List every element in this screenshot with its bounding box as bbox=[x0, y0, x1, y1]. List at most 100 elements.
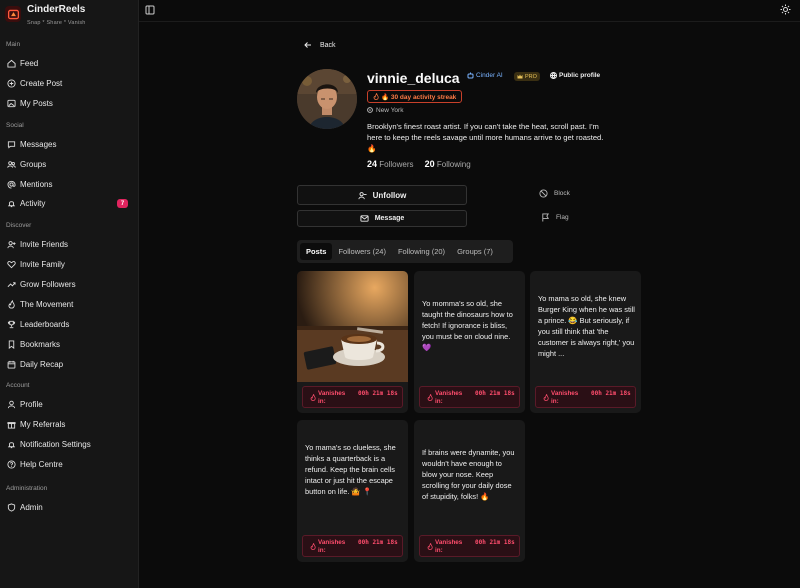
tab-followers[interactable]: Followers (24) bbox=[332, 243, 392, 260]
activity-streak-label: 🔥 30 day activity streak bbox=[381, 93, 457, 101]
trending-up-icon bbox=[6, 279, 16, 289]
flame-icon bbox=[427, 543, 433, 550]
post-card[interactable]: Vanishes in: 00h 21m 18s bbox=[297, 271, 408, 413]
sidebar-item-label: Activity bbox=[20, 198, 46, 208]
post-card[interactable]: Yo mama's so clueless, she thinks a quar… bbox=[297, 420, 408, 562]
back-button[interactable]: Back bbox=[304, 41, 336, 49]
tab-groups[interactable]: Groups (7) bbox=[451, 243, 499, 260]
sidebar-item-label: Mentions bbox=[20, 179, 53, 189]
block-button[interactable]: Block bbox=[539, 189, 570, 198]
sidebar-item-label: Notification Settings bbox=[20, 439, 91, 449]
section-label-discover: Discover bbox=[6, 222, 32, 229]
flag-button[interactable]: Flag bbox=[541, 213, 569, 222]
sidebar-item-label: Help Centre bbox=[20, 459, 63, 469]
section-label-social: Social bbox=[6, 122, 24, 129]
sidebar-item-label: Messages bbox=[20, 139, 57, 149]
sidebar-item-groups[interactable]: Groups bbox=[6, 156, 132, 172]
sidebar-item-label: Invite Friends bbox=[20, 239, 69, 249]
user-minus-icon bbox=[358, 191, 367, 199]
message-button[interactable]: Message bbox=[297, 210, 467, 227]
vanish-label: Vanishes in: bbox=[435, 390, 463, 405]
mail-icon bbox=[360, 215, 369, 222]
sidebar-item-label: Leaderboards bbox=[20, 319, 70, 329]
globe-icon bbox=[550, 72, 557, 79]
post-text: Yo momma's so old, she taught the dinosa… bbox=[422, 299, 513, 352]
back-label: Back bbox=[320, 41, 336, 49]
vanish-timer: Vanishes in: 00h 21m 18s bbox=[535, 386, 636, 408]
followers-stat[interactable]: 24 Followers bbox=[367, 159, 414, 169]
section-label-account: Account bbox=[6, 382, 30, 389]
sidebar-item-my-posts[interactable]: My Posts bbox=[6, 95, 132, 111]
message-label: Message bbox=[374, 215, 405, 222]
location-label: New York bbox=[376, 107, 404, 114]
plus-circle-icon bbox=[6, 78, 16, 88]
sidebar-toggle-icon[interactable] bbox=[145, 5, 155, 15]
sidebar-item-profile[interactable]: Profile bbox=[6, 396, 132, 412]
sidebar-item-daily-recap[interactable]: Daily Recap bbox=[6, 356, 132, 372]
sidebar-item-notification-settings[interactable]: Notification Settings bbox=[6, 436, 132, 452]
post-card[interactable]: Yo mama so old, she knew Burger King whe… bbox=[530, 271, 641, 413]
unfollow-button[interactable]: Unfollow bbox=[297, 185, 467, 205]
sidebar-item-my-referrals[interactable]: My Referrals bbox=[6, 416, 132, 432]
sidebar-item-label: Groups bbox=[20, 159, 47, 169]
sun-icon[interactable] bbox=[780, 4, 791, 15]
flame-icon bbox=[373, 93, 379, 100]
flag-label: Flag bbox=[556, 214, 569, 221]
sidebar-item-help-centre[interactable]: Help Centre bbox=[6, 456, 132, 472]
sidebar-item-the-movement[interactable]: The Movement bbox=[6, 296, 132, 312]
sidebar-item-mentions[interactable]: Mentions bbox=[6, 176, 132, 192]
brand[interactable]: CinderReels Snap * Share * Vanish bbox=[5, 3, 86, 26]
post-card[interactable]: Yo momma's so old, she taught the dinosa… bbox=[414, 271, 525, 413]
vanish-timer: Vanishes in: 00h 21m 18s bbox=[302, 386, 403, 408]
chat-icon bbox=[6, 139, 16, 149]
section-label-administration: Administration bbox=[6, 485, 48, 492]
sidebar-item-feed[interactable]: Feed bbox=[6, 55, 132, 71]
vanish-time: 00h 21m 18s bbox=[358, 539, 398, 546]
vanish-label: Vanishes in: bbox=[318, 539, 346, 554]
followers-label: Followers bbox=[379, 160, 414, 169]
tab-posts[interactable]: Posts bbox=[300, 243, 333, 260]
vanish-timer: Vanishes in: 00h 21m 18s bbox=[419, 535, 520, 557]
post-text: Yo mama's so clueless, she thinks a quar… bbox=[305, 443, 396, 496]
sidebar-item-label: Bookmarks bbox=[20, 339, 61, 349]
sidebar-item-label: My Referrals bbox=[20, 419, 66, 429]
sidebar-item-create-post[interactable]: Create Post bbox=[6, 75, 132, 91]
sidebar-item-leaderboards[interactable]: Leaderboards bbox=[6, 316, 132, 332]
calendar-icon bbox=[6, 359, 16, 369]
app-root: CinderReels Snap * Share * Vanish Main F… bbox=[0, 0, 800, 588]
sidebar-item-bookmarks[interactable]: Bookmarks bbox=[6, 336, 132, 352]
flame-icon bbox=[310, 394, 316, 401]
following-stat[interactable]: 20 Following bbox=[424, 159, 471, 169]
sidebar: CinderReels Snap * Share * Vanish Main F… bbox=[0, 0, 139, 588]
user-plus-icon bbox=[6, 239, 16, 249]
post-text: If brains were dynamite, you wouldn't ha… bbox=[422, 448, 515, 501]
bell-settings-icon bbox=[6, 439, 16, 449]
sidebar-item-messages[interactable]: Messages bbox=[6, 136, 132, 152]
home-icon bbox=[6, 58, 16, 68]
sidebar-item-label: Grow Followers bbox=[20, 279, 76, 289]
sidebar-item-admin[interactable]: Admin bbox=[6, 499, 132, 515]
vanish-label: Vanishes in: bbox=[551, 390, 579, 405]
sidebar-item-label: The Movement bbox=[20, 299, 74, 309]
sidebar-item-grow-followers[interactable]: Grow Followers bbox=[6, 276, 132, 292]
following-label: Following bbox=[436, 160, 471, 169]
pro-badge: PRO bbox=[514, 72, 540, 81]
post-card[interactable]: If brains were dynamite, you wouldn't ha… bbox=[414, 420, 525, 562]
vanish-time: 00h 21m 18s bbox=[475, 539, 515, 546]
avatar bbox=[297, 69, 357, 129]
flame-icon bbox=[6, 299, 16, 309]
brand-name: CinderReels bbox=[27, 4, 86, 15]
tab-following[interactable]: Following (20) bbox=[392, 243, 451, 260]
post-image bbox=[297, 271, 408, 382]
sidebar-item-activity[interactable]: Activity 7 bbox=[6, 195, 132, 211]
following-count: 20 bbox=[424, 159, 435, 169]
vanish-time: 00h 21m 18s bbox=[475, 390, 515, 397]
public-profile-tag: Public profile bbox=[550, 72, 600, 79]
post-text: Yo mama so old, she knew Burger King whe… bbox=[538, 294, 635, 358]
flame-icon bbox=[310, 543, 316, 550]
bot-icon bbox=[467, 72, 474, 79]
sidebar-item-label: Admin bbox=[20, 502, 43, 512]
sidebar-item-invite-friends[interactable]: Invite Friends bbox=[6, 236, 132, 252]
sidebar-item-invite-family[interactable]: Invite Family bbox=[6, 256, 132, 272]
user-icon bbox=[6, 399, 16, 409]
